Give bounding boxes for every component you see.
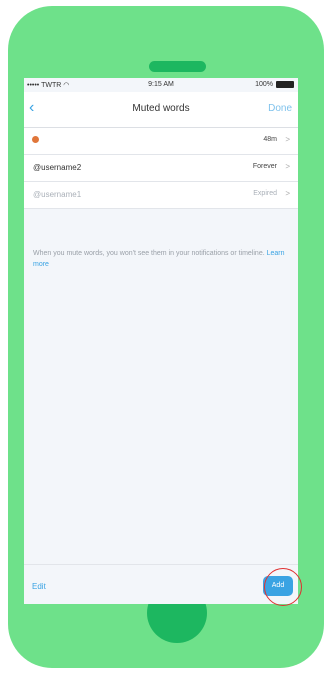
chevron-right-icon: > (285, 189, 290, 198)
phone-speaker (149, 61, 206, 72)
muted-word-row[interactable]: @username2 Forever > (24, 155, 298, 182)
muted-word-row[interactable]: @username1 Expired > (24, 182, 298, 209)
chevron-right-icon: > (285, 135, 290, 144)
muted-word: @username2 (33, 163, 82, 172)
edit-button[interactable]: Edit (32, 582, 46, 591)
bottom-toolbar: Edit Add (24, 564, 298, 604)
muted-duration: 48m (263, 136, 277, 143)
nav-bar: ‹ Muted words Done (24, 92, 298, 128)
muted-duration: Forever (252, 163, 277, 170)
chevron-right-icon: > (285, 162, 290, 171)
muted-word-row[interactable]: 48m > (24, 128, 298, 155)
page-title: Muted words (132, 103, 190, 114)
emoji-word-icon (32, 136, 39, 143)
battery-icon (276, 81, 294, 88)
status-bar: ••••• TWTR ◠ 9:15 AM 100% (24, 78, 298, 92)
highlight-circle (264, 568, 302, 606)
battery-percent: 100% (255, 81, 273, 88)
info-text: When you mute words, you won't see them … (33, 250, 285, 268)
muted-word: @username1 (33, 190, 82, 199)
muted-duration: Expired (253, 190, 277, 197)
status-battery-group: 100% (255, 81, 294, 88)
app-screen: ••••• TWTR ◠ 9:15 AM 100% ‹ Muted words … (24, 78, 298, 604)
done-button[interactable]: Done (268, 103, 292, 114)
